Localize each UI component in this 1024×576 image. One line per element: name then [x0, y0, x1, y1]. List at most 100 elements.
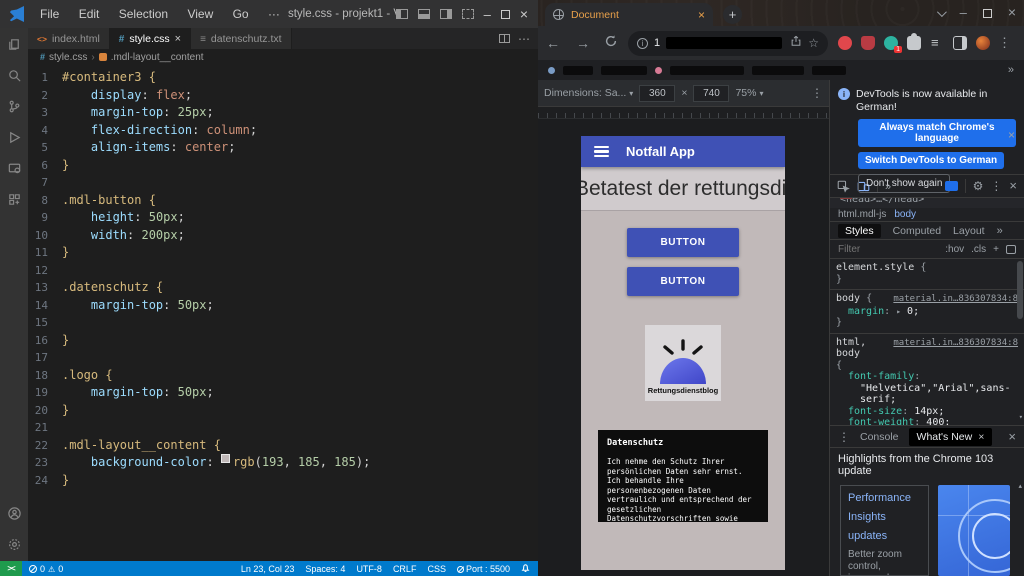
drawer-close-icon[interactable] — [1008, 429, 1016, 444]
breadcrumb-file[interactable]: style.css — [49, 52, 87, 63]
menu-selection[interactable]: Selection — [111, 7, 176, 21]
element-style-rule[interactable]: element.style { } — [830, 259, 1024, 290]
tab-close-icon[interactable] — [978, 431, 984, 443]
performance-insights-link[interactable]: Insights — [848, 511, 921, 523]
language-mode[interactable]: CSS — [427, 564, 446, 574]
redacted-bookmark[interactable] — [563, 66, 593, 75]
tab-styles[interactable]: Styles — [838, 224, 881, 238]
hamburger-menu-icon[interactable] — [594, 146, 609, 157]
redacted-bookmark[interactable] — [601, 66, 647, 75]
toggle-panel-icon[interactable] — [418, 9, 430, 19]
back-icon[interactable] — [538, 35, 568, 51]
tab-computed[interactable]: Computed — [893, 225, 941, 237]
inspect-element-icon[interactable] — [837, 180, 850, 193]
menu-file[interactable]: File — [32, 7, 67, 21]
device-options-icon[interactable] — [811, 86, 823, 100]
switch-german-button[interactable]: Switch DevTools to German — [858, 152, 1004, 169]
hov-toggle[interactable]: :hov — [945, 244, 964, 255]
elements-tree[interactable]: <head>…</head> — [830, 198, 1024, 208]
breadcrumb-symbol[interactable]: .mdl-layout__content — [111, 52, 204, 63]
devtools-settings-icon[interactable] — [973, 177, 984, 195]
cls-toggle[interactable]: .cls — [971, 244, 986, 255]
source-control-icon[interactable] — [6, 98, 23, 115]
drawer-menu-icon[interactable] — [838, 430, 850, 444]
account-icon[interactable] — [6, 505, 23, 522]
computed-sidebar-icon[interactable] — [1006, 245, 1016, 254]
share-icon[interactable] — [790, 34, 802, 52]
side-panel-icon[interactable] — [953, 36, 967, 50]
menu-edit[interactable]: Edit — [71, 7, 108, 21]
explorer-icon[interactable] — [6, 36, 23, 53]
adblock-extension-icon[interactable] — [838, 36, 852, 50]
devtools-close-icon[interactable] — [1009, 177, 1017, 195]
page-info-icon[interactable] — [637, 38, 648, 49]
address-bar[interactable]: 1 — [628, 31, 828, 56]
redacted-bookmark[interactable] — [670, 66, 744, 75]
cursor-position[interactable]: Ln 23, Col 23 — [241, 564, 295, 574]
indentation[interactable]: Spaces: 4 — [305, 564, 345, 574]
stylesheet-link[interactable]: material.in…836307834:8 — [893, 338, 1018, 350]
device-select[interactable]: Dimensions: Sa... — [544, 87, 633, 99]
stylesheet-link[interactable]: material.in…836307834:8 — [893, 294, 1018, 306]
extensions-icon[interactable] — [6, 191, 23, 208]
badge-extension-icon[interactable]: 1 — [884, 36, 898, 50]
toggle-secondary-sidebar-icon[interactable] — [440, 9, 452, 19]
device-width-input[interactable] — [639, 85, 675, 102]
forward-icon[interactable] — [568, 35, 598, 51]
encoding[interactable]: UTF-8 — [356, 564, 382, 574]
bookmarks-overflow-icon[interactable] — [1008, 64, 1014, 76]
scroll-up-icon[interactable] — [1018, 482, 1022, 490]
editor-actions-icon[interactable] — [518, 32, 530, 46]
new-tab-button[interactable] — [723, 5, 742, 24]
reload-icon[interactable] — [604, 34, 618, 53]
devtools-menu-icon[interactable] — [990, 177, 1002, 195]
scrollbar-thumb[interactable] — [1017, 261, 1023, 319]
browser-tab[interactable]: Document — [545, 3, 713, 26]
theme-extension-icon[interactable] — [976, 36, 990, 50]
new-rule-button[interactable]: + — [993, 244, 999, 255]
close-button[interactable] — [1008, 4, 1016, 22]
performance-insights-link[interactable]: updates — [848, 530, 921, 542]
settings-gear-icon[interactable] — [6, 536, 23, 553]
scroll-down-icon[interactable] — [1019, 412, 1023, 424]
notification-close-icon[interactable] — [1008, 128, 1015, 142]
menu-go[interactable]: Go — [225, 7, 257, 21]
tab-search-icon[interactable] — [937, 7, 947, 17]
redacted-bookmark[interactable] — [812, 66, 846, 75]
shield-extension-icon[interactable] — [861, 36, 875, 50]
app-button-2[interactable]: BUTTON — [627, 267, 739, 296]
more-tabs-icon[interactable] — [997, 225, 1003, 237]
feedback-chat-icon[interactable] — [945, 181, 958, 191]
maximize-button[interactable] — [501, 10, 510, 19]
menu-more[interactable]: ··· — [260, 7, 288, 21]
minimize-button[interactable] — [484, 7, 491, 22]
bookmark-favicon[interactable] — [655, 67, 662, 74]
close-button[interactable] — [520, 6, 528, 22]
tab-close-icon[interactable] — [175, 33, 181, 45]
tab-whats-new[interactable]: What's New — [909, 428, 993, 446]
html-body-rule[interactable]: html, body material.in…836307834:8 { fon… — [830, 334, 1024, 426]
dont-show-again-button[interactable]: Don't show again — [858, 174, 950, 193]
body-rule[interactable]: body { material.in…836307834:8 margin: ▸… — [830, 290, 1024, 334]
menu-view[interactable]: View — [179, 7, 221, 21]
device-height-input[interactable] — [693, 85, 729, 102]
zoom-select[interactable]: 75% — [735, 87, 763, 99]
redacted-bookmark[interactable] — [752, 66, 804, 75]
filter-input[interactable] — [838, 244, 898, 255]
error-count[interactable]: 0 — [40, 564, 45, 574]
tab-close-icon[interactable] — [698, 6, 705, 24]
app-button-1[interactable]: BUTTON — [627, 228, 739, 257]
customize-layout-icon[interactable] — [462, 9, 474, 19]
split-editor-icon[interactable] — [499, 34, 510, 43]
remote-indicator[interactable] — [0, 561, 22, 576]
toggle-sidebar-icon[interactable] — [396, 9, 408, 19]
crumb-body[interactable]: body — [894, 209, 916, 220]
run-debug-icon[interactable] — [6, 129, 23, 146]
eol-sequence[interactable]: CRLF — [393, 564, 417, 574]
extensions-puzzle-icon[interactable] — [907, 36, 921, 50]
crumb-html[interactable]: html.mdl-js — [838, 209, 886, 220]
chrome-menu-icon[interactable] — [990, 34, 1021, 52]
remote-explorer-icon[interactable] — [6, 160, 23, 177]
tab-style-css[interactable]: style.css — [110, 28, 191, 49]
performance-insights-link[interactable]: Performance — [848, 492, 921, 504]
